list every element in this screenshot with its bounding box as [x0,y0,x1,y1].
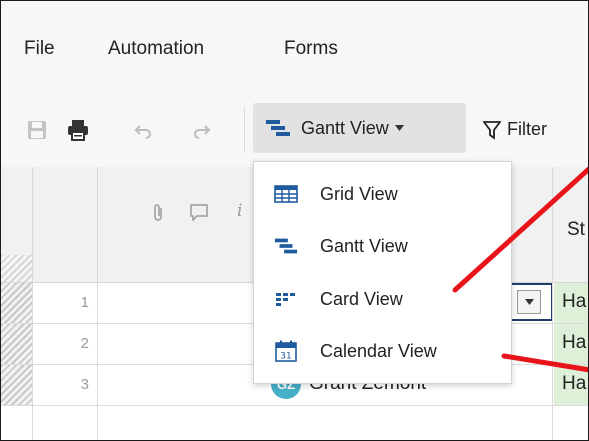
menu-automation[interactable]: Automation [108,38,204,60]
print-icon[interactable] [67,119,89,141]
status-cell[interactable]: Ha [554,365,588,405]
row-gutter [1,283,32,323]
toolbar: Gantt View Filter [1,93,588,168]
info-icon[interactable]: i [237,201,242,221]
menu-file[interactable]: File [24,38,55,60]
status-value: Ha [562,332,587,353]
status-cell[interactable]: Ha [554,283,588,323]
menu-item-gantt-view[interactable]: Gantt View [254,220,511,272]
filter-icon [483,120,501,140]
app-window: File Automation Forms Gantt View Filter … [0,0,589,441]
column-divider [32,167,33,440]
menu-item-label: Grid View [320,183,398,204]
menu-item-label: Card View [320,288,403,309]
comment-icon[interactable] [189,203,209,226]
menu-item-label: Gantt View [320,235,408,256]
status-column-header[interactable]: St [567,219,585,241]
view-switcher-menu: Grid View Gantt View Card View 31 Calend… [253,161,512,384]
redo-icon[interactable] [191,119,213,141]
status-value: Ha [562,373,587,394]
view-switcher-button[interactable]: Gantt View [253,103,466,153]
row-gutter [1,365,32,405]
row-number: 2 [80,335,89,352]
row-number: 1 [80,294,89,311]
column-divider [552,167,553,440]
gantt-icon [274,235,298,257]
caret-down-icon [394,125,404,131]
undo-icon[interactable] [132,119,154,141]
status-cell[interactable]: Ha [554,324,588,364]
grid-view-icon [274,183,298,205]
menu-bar: File Automation Forms [1,1,588,94]
view-switcher-label: Gantt View [301,117,389,138]
menu-item-card-view[interactable]: Card View [254,273,511,325]
filter-label: Filter [507,119,547,139]
gantt-icon [265,118,291,138]
cell-dropdown-button[interactable] [517,290,541,314]
save-icon[interactable] [26,119,48,141]
filter-button[interactable]: Filter [483,119,547,140]
calendar-icon: 31 [274,340,298,362]
menu-item-calendar-view[interactable]: 31 Calendar View [254,325,511,377]
menu-item-label: Calendar View [320,340,437,361]
attachment-icon[interactable] [152,203,164,228]
column-divider [97,167,98,440]
svg-text:31: 31 [280,352,291,362]
menu-forms[interactable]: Forms [284,38,338,60]
card-view-icon [274,288,298,310]
row-gutter [1,324,32,364]
toolbar-separator [244,107,245,153]
menu-item-grid-view[interactable]: Grid View [254,168,511,220]
row-gutter [1,255,32,282]
status-value: Ha [562,291,587,312]
row-number: 3 [80,376,89,393]
